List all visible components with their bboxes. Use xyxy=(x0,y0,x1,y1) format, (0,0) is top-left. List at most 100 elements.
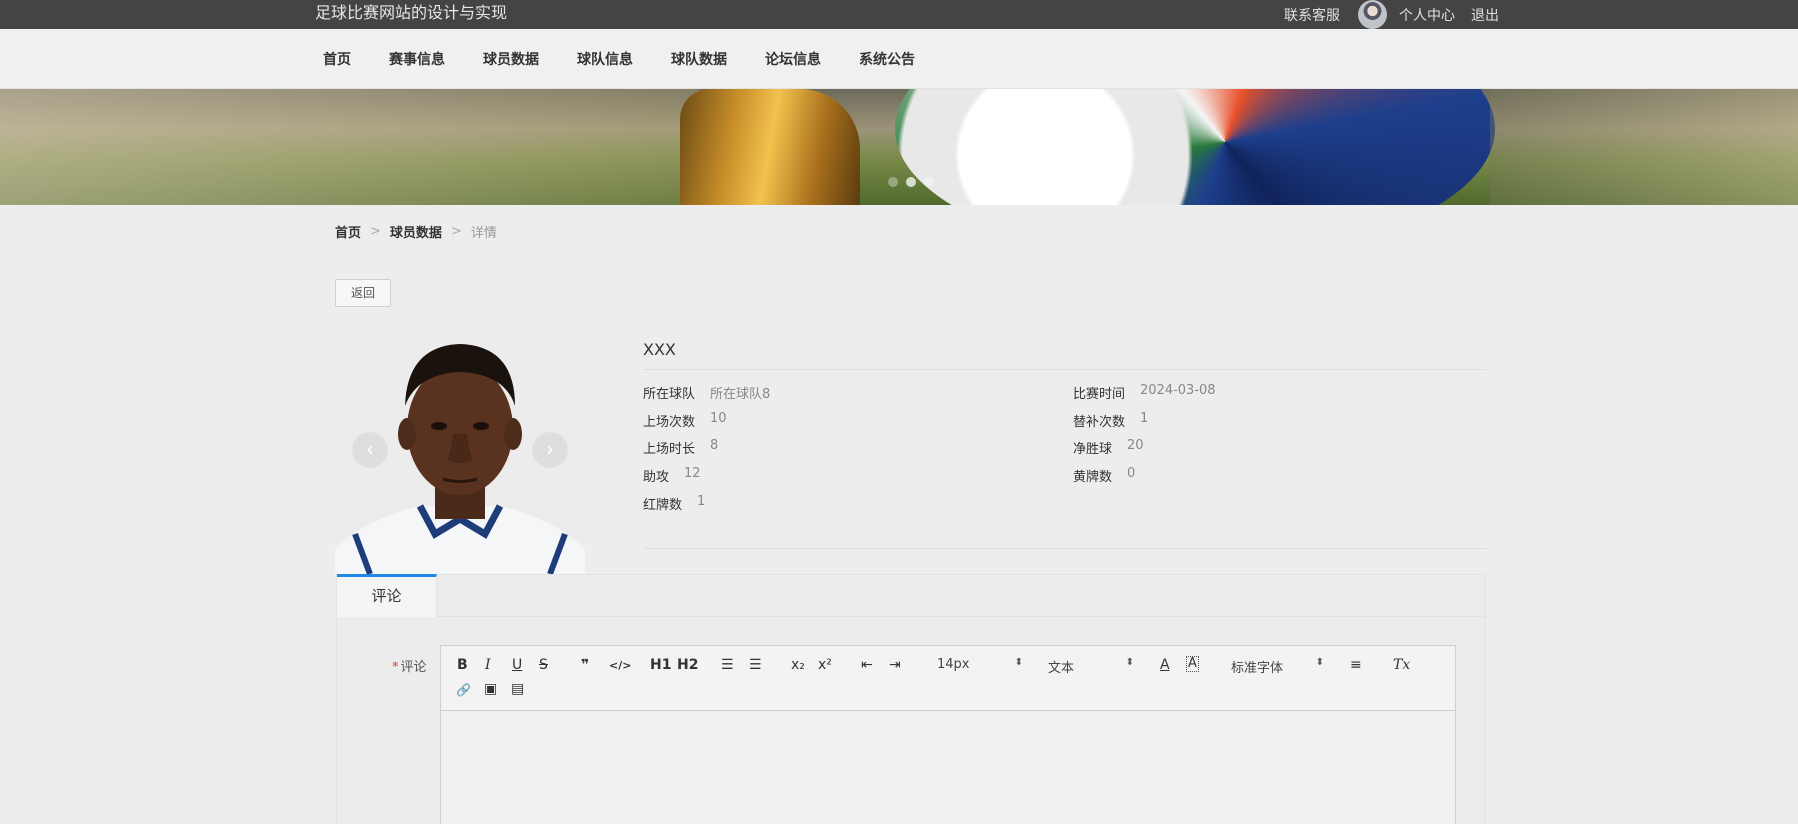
player-name: XXX xyxy=(643,340,676,359)
site-title: 足球比赛网站的设计与实现 xyxy=(315,3,508,22)
bold-button[interactable]: B xyxy=(457,656,468,674)
info-label: 净胜球 xyxy=(1073,442,1113,457)
superscript-button[interactable]: x² xyxy=(818,656,832,674)
carousel-dot[interactable] xyxy=(888,177,898,187)
underline-button[interactable]: U xyxy=(512,656,522,674)
contact-service-link[interactable]: 联系客服 xyxy=(1284,5,1340,25)
clear-format-icon[interactable]: Tx xyxy=(1393,656,1410,674)
logout-link[interactable]: 退出 xyxy=(1471,5,1499,25)
bullet-list-icon[interactable]: ☰ xyxy=(749,656,762,674)
block-type-select[interactable]: 文本 ⬍ xyxy=(1048,657,1134,676)
indent-icon[interactable]: ⇥ xyxy=(889,656,901,674)
nav-item-player-data[interactable]: 球员数据 xyxy=(464,49,558,69)
carousel-next-button[interactable]: › xyxy=(532,432,568,468)
top-right-links: 联系客服 个人中心 退出 xyxy=(1284,0,1499,29)
select-caret-icon: ⬍ xyxy=(1014,657,1023,668)
info-assists: 助攻 12 xyxy=(643,466,701,485)
user-center-link[interactable]: 个人中心 xyxy=(1399,5,1455,25)
info-value: 1 xyxy=(1140,411,1149,426)
info-label: 红牌数 xyxy=(643,498,683,513)
banner-football-image xyxy=(895,89,1495,205)
nav-item-team-data[interactable]: 球队数据 xyxy=(652,49,746,69)
image-icon[interactable]: ▣ xyxy=(484,680,497,698)
video-icon[interactable]: ▤ xyxy=(511,680,524,698)
carousel-dot-active[interactable] xyxy=(906,177,916,187)
info-value: 8 xyxy=(710,438,719,453)
main-nav: 首页 赛事信息 球员数据 球队信息 球队数据 论坛信息 系统公告 xyxy=(304,29,934,89)
font-size-value: 14px xyxy=(937,657,970,672)
rich-text-editor: B I U S ❞ </> H1 H2 ☰ ☰ x₂ x² ⇤ ⇥ 14px ⬍… xyxy=(440,645,1456,824)
info-label: 上场次数 xyxy=(643,415,696,430)
breadcrumb: 首页 > 球员数据 > 详情 xyxy=(335,222,497,241)
nav-item-home[interactable]: 首页 xyxy=(304,49,370,69)
nav-item-match-info[interactable]: 赛事信息 xyxy=(370,49,464,69)
subscript-button[interactable]: x₂ xyxy=(791,656,805,674)
banner-trophy-image xyxy=(680,89,860,205)
quote-icon[interactable]: ❞ xyxy=(581,656,589,674)
info-label: 黄牌数 xyxy=(1073,470,1113,485)
background-color-icon[interactable]: A xyxy=(1186,656,1199,672)
breadcrumb-current: 详情 xyxy=(470,226,497,241)
info-value: 0 xyxy=(1127,466,1136,481)
font-color-icon[interactable]: A xyxy=(1160,656,1170,674)
info-label: 所在球队 xyxy=(643,387,696,402)
info-match-date: 比赛时间 2024-03-08 xyxy=(1073,383,1216,402)
main-nav-bar: 首页 赛事信息 球员数据 球队信息 球队数据 论坛信息 系统公告 xyxy=(0,29,1798,89)
breadcrumb-separator: > xyxy=(370,224,381,239)
banner-stadium-background xyxy=(0,89,700,205)
breadcrumb-player-data[interactable]: 球员数据 xyxy=(390,222,442,241)
info-label: 助攻 xyxy=(643,470,670,485)
nav-item-announcement[interactable]: 系统公告 xyxy=(840,49,934,69)
font-family-select[interactable]: 标准字体 ⬍ xyxy=(1231,657,1324,676)
carousel-dot[interactable] xyxy=(924,177,934,187)
heading1-button[interactable]: H1 xyxy=(650,656,671,674)
select-caret-icon: ⬍ xyxy=(1125,657,1134,668)
info-label: 比赛时间 xyxy=(1073,387,1126,402)
breadcrumb-separator: > xyxy=(450,224,462,239)
info-yellow-cards: 黄牌数 0 xyxy=(1073,466,1135,485)
info-value: 10 xyxy=(710,411,727,426)
info-label: 上场时长 xyxy=(643,442,696,457)
outdent-icon[interactable]: ⇤ xyxy=(861,656,873,674)
carousel-indicators xyxy=(888,177,934,187)
carousel-prev-button[interactable]: ‹ xyxy=(352,432,388,468)
info-red-cards: 红牌数 1 xyxy=(643,494,705,513)
info-substitutions: 替补次数 1 xyxy=(1073,411,1148,430)
breadcrumb-home[interactable]: 首页 xyxy=(335,222,361,241)
info-team: 所在球队 所在球队8 xyxy=(643,383,770,402)
tab-comment[interactable]: 评论 xyxy=(337,574,437,617)
info-label: 替补次数 xyxy=(1073,415,1126,430)
editor-toolbar: B I U S ❞ </> H1 H2 ☰ ☰ x₂ x² ⇤ ⇥ 14px ⬍… xyxy=(441,646,1455,711)
banner-carousel[interactable] xyxy=(0,89,1798,205)
info-value: 20 xyxy=(1127,438,1144,453)
info-play-time: 上场时长 8 xyxy=(643,438,718,457)
nav-item-team-info[interactable]: 球队信息 xyxy=(558,49,652,69)
heading2-button[interactable]: H2 xyxy=(677,656,698,674)
code-icon[interactable]: </> xyxy=(609,657,631,675)
comment-label: * 评论 xyxy=(392,656,427,675)
divider xyxy=(643,548,1486,549)
font-family-value: 标准字体 xyxy=(1231,661,1284,676)
link-icon[interactable]: 🔗 xyxy=(456,681,471,699)
comment-editor-area[interactable] xyxy=(441,711,1455,824)
required-mark: * xyxy=(392,660,399,675)
font-size-select[interactable]: 14px ⬍ xyxy=(937,657,1023,672)
select-caret-icon: ⬍ xyxy=(1315,657,1324,668)
block-type-value: 文本 xyxy=(1048,661,1075,676)
comment-label-text: 评论 xyxy=(400,660,427,675)
info-value: 12 xyxy=(684,466,701,481)
avatar[interactable] xyxy=(1358,0,1387,29)
back-button[interactable]: 返回 xyxy=(335,279,391,307)
strikethrough-button[interactable]: S xyxy=(539,656,548,674)
info-value: 2024-03-08 xyxy=(1140,383,1216,398)
ordered-list-icon[interactable]: ☰ xyxy=(721,656,734,674)
info-value: 1 xyxy=(697,494,706,509)
italic-button[interactable]: I xyxy=(485,656,491,674)
top-bar: 足球比赛网站的设计与实现 联系客服 个人中心 退出 xyxy=(0,0,1798,29)
info-value: 所在球队8 xyxy=(710,387,771,402)
nav-item-forum[interactable]: 论坛信息 xyxy=(746,49,840,69)
info-goal-difference: 净胜球 20 xyxy=(1073,438,1144,457)
info-appearances: 上场次数 10 xyxy=(643,411,727,430)
align-icon[interactable]: ≡ xyxy=(1350,656,1362,674)
banner-stadium-background-right xyxy=(1490,89,1798,205)
